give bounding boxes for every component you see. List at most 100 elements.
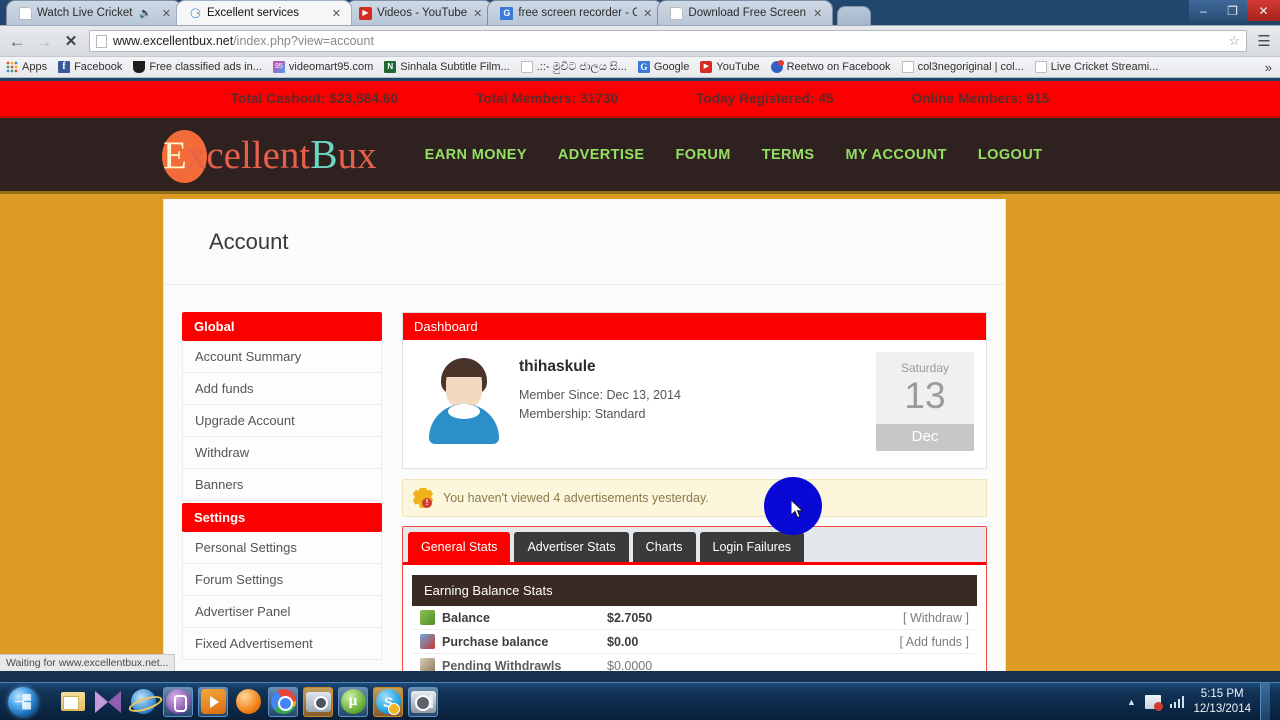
tab-advertiser-stats[interactable]: Advertiser Stats [514,532,629,562]
withdraw-link[interactable]: [ Withdraw ] [903,611,969,625]
bookmark-apps[interactable]: Apps [6,61,47,73]
url-host: www.excellentbux.net [113,34,234,48]
close-icon[interactable]: ✕ [162,7,171,20]
sidebar: Global Account Summary Add funds Upgrade… [182,312,382,671]
bookmark-col3neg[interactable]: col3negoriginal | col... [901,61,1024,73]
close-icon[interactable]: ✕ [473,7,482,20]
tab-title: Videos - YouTube [377,7,468,19]
logo-word-ux: ux [337,134,377,177]
close-icon[interactable]: ✕ [643,7,652,20]
tab-login-failures[interactable]: Login Failures [699,532,805,562]
sidebar-heading-global: Global [182,312,382,341]
bookmark-live-cricket[interactable]: Live Cricket Streami... [1034,61,1158,73]
minimize-button[interactable]: – [1189,0,1218,21]
start-button[interactable] [2,685,44,719]
bookmark-reetwo[interactable]: Reetwo on Facebook [770,60,891,73]
browser-tab-3[interactable]: ▶ Videos - YouTube ✕ [346,0,494,25]
internet-explorer-icon[interactable] [128,687,158,717]
table-row: Pending Withdrawls $0.0000 [412,654,977,671]
orange-ball-icon[interactable] [233,687,263,717]
bookmark-google[interactable]: G Google [637,61,689,73]
stop-icon[interactable]: ✕ [62,34,80,49]
bookmark-star-icon[interactable]: ☆ [1228,33,1240,49]
back-icon[interactable]: ← [8,33,26,50]
nav-advertise[interactable]: ADVERTISE [558,147,645,163]
sidebar-item-advertiser-panel[interactable]: Advertiser Panel [182,596,382,628]
browser-tab-4[interactable]: G free screen recorder - Goo ✕ [487,0,664,25]
hourglass-icon [420,658,435,671]
site-logo[interactable]: ExcellentBux [162,130,377,183]
browser-tab-5[interactable]: Download Free Screen Re ✕ [657,0,834,25]
nav-my-account[interactable]: MY ACCOUNT [845,147,946,163]
row-label: Purchase balance [442,634,549,649]
browser-toolbar: ← → ✕ www.excellentbux.net /index.php?vi… [0,25,1280,56]
sidebar-item-fixed-advertisement[interactable]: Fixed Advertisement [182,628,382,660]
bookmark-sinhala-subtitle[interactable]: N Sinhala Subtitle Film... [384,61,510,73]
nav-terms[interactable]: TERMS [762,147,815,163]
site-nav: EARN MONEY ADVERTISE FORUM TERMS MY ACCO… [425,147,1043,163]
avatar [421,356,507,444]
bookmark-youtube[interactable]: ▶ YouTube [700,61,760,73]
facebook-round-icon [770,60,784,73]
screen-recorder-icon[interactable] [303,686,333,717]
sidebar-item-account-summary[interactable]: Account Summary [182,341,382,373]
bookmark-sinhala-site[interactable]: .::- මුවිට ජාලය සි... [520,61,627,74]
skype-icon[interactable]: S [373,686,403,717]
forward-icon[interactable]: → [35,33,53,50]
sidebar-item-withdraw[interactable]: Withdraw [182,437,382,469]
tab-title: Download Free Screen Re [688,7,807,19]
explorer-icon[interactable] [58,687,88,717]
address-bar[interactable]: www.excellentbux.net /index.php?view=acc… [89,30,1247,52]
menu-icon[interactable]: ☰ [1256,34,1272,49]
youtube-icon: ▶ [700,61,713,73]
earning-balance-stats-title: Earning Balance Stats [412,575,977,606]
utorrent-icon[interactable]: μ [338,686,368,717]
alert-banner: ! You haven't viewed 4 advertisements ye… [402,479,987,517]
nav-earn-money[interactable]: EARN MONEY [425,147,527,163]
bookmarks-bar: Apps f Facebook Free classified ads in..… [0,56,1280,78]
media-player-classic-icon[interactable] [93,687,123,717]
bookmarks-overflow-icon[interactable]: » [1265,60,1274,75]
tab-title: Watch Live Cricket and [37,7,135,19]
page-icon [520,61,533,73]
close-icon[interactable]: ✕ [813,7,822,20]
close-button[interactable]: ✕ [1247,0,1280,21]
viber-icon[interactable] [163,686,193,717]
action-center-icon[interactable] [1144,694,1163,711]
nav-forum[interactable]: FORUM [676,147,731,163]
stats-tab-content: Earning Balance Stats Balance $2.7050 [ … [403,565,986,671]
bookmark-videomart[interactable]: 95 videomart95.com [272,61,373,73]
close-icon[interactable]: ✕ [332,7,341,20]
tab-general-stats[interactable]: General Stats [408,532,511,562]
sidebar-item-add-funds[interactable]: Add funds [182,373,382,405]
sidebar-item-personal-settings[interactable]: Personal Settings [182,532,382,564]
cup-icon [133,61,146,73]
sidebar-item-banners[interactable]: Banners [182,469,382,501]
chrome-icon[interactable] [268,686,298,717]
stat-today-registered: Today Registered: 45 [696,91,834,106]
sidebar-item-upgrade-account[interactable]: Upgrade Account [182,405,382,437]
mouse-cursor [791,500,804,519]
show-desktop-button[interactable] [1260,682,1270,720]
network-icon[interactable] [1169,695,1185,708]
clock[interactable]: 5:15 PM 12/13/2014 [1193,687,1251,716]
content-canvas: Account Global Account Summary Add funds… [163,199,1006,671]
show-hidden-icons-icon[interactable]: ▲ [1127,697,1136,707]
window-controls: – ❐ ✕ [1189,0,1280,21]
audio-icon[interactable]: 🔈 [139,8,151,19]
tab-title: free screen recorder - Goo [518,7,638,19]
nav-logout[interactable]: LOGOUT [978,147,1042,163]
videomart-icon: 95 [272,61,285,73]
add-funds-link[interactable]: [ Add funds ] [900,635,970,649]
row-label: Pending Withdrawls [442,658,562,672]
browser-tab-1[interactable]: Watch Live Cricket and 🔈 ✕ [6,0,182,25]
sidebar-item-forum-settings[interactable]: Forum Settings [182,564,382,596]
new-tab-button[interactable] [837,6,872,25]
camera-recorder-icon[interactable] [408,686,438,717]
windows-media-player-icon[interactable] [198,686,228,717]
tab-charts[interactable]: Charts [632,532,696,562]
maximize-button[interactable]: ❐ [1218,0,1247,21]
browser-tab-2[interactable]: ⚆ Excellent services ✕ [176,0,352,25]
bookmark-free-classified[interactable]: Free classified ads in... [133,61,262,73]
bookmark-facebook[interactable]: f Facebook [58,61,122,73]
